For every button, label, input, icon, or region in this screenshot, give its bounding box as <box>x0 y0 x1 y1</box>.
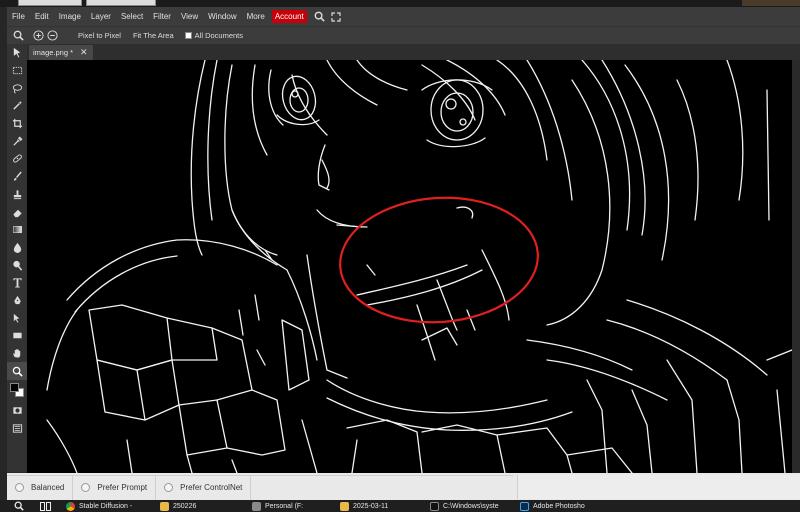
fullscreen-icon[interactable] <box>329 10 343 24</box>
eyedropper-icon[interactable] <box>7 132 27 150</box>
hand-icon[interactable] <box>7 345 27 363</box>
menu-image[interactable]: Image <box>54 7 86 26</box>
taskbar-item-terminal[interactable]: C:\Windows\syste <box>430 500 499 512</box>
menu-window[interactable]: Window <box>203 7 241 26</box>
menu-filter[interactable]: Filter <box>148 7 176 26</box>
browser-tab-button[interactable] <box>86 0 156 6</box>
strip-accent <box>742 0 800 6</box>
marquee-icon[interactable] <box>7 62 27 80</box>
zoom-tool-icon <box>11 29 25 43</box>
options-bar: Pixel to Pixel Fit The Area All Document… <box>7 26 800 44</box>
document-tab[interactable]: image.png * ✕ <box>29 45 93 60</box>
taskbar-item-photoshop[interactable]: Adobe Photosho <box>520 500 585 512</box>
menu-edit[interactable]: Edit <box>30 7 54 26</box>
tools-panel <box>7 44 27 472</box>
drive-icon <box>252 501 261 511</box>
pen-icon[interactable] <box>7 292 27 310</box>
taskbar-item-drive[interactable]: Personal (F: <box>252 500 303 512</box>
quick-mask-icon[interactable] <box>7 402 27 420</box>
account-button[interactable]: Account <box>271 10 307 23</box>
folder-icon <box>160 501 169 511</box>
top-strip <box>0 0 800 7</box>
photoshop-icon <box>520 501 529 511</box>
terminal-icon <box>430 501 439 511</box>
healing-icon[interactable] <box>7 150 27 168</box>
prefer-controlnet-label: Prefer ControlNet <box>180 483 243 492</box>
prefer-controlnet-radio[interactable] <box>164 483 174 492</box>
all-documents-label: All Documents <box>194 31 244 40</box>
screen-mode-icon[interactable] <box>7 420 27 438</box>
zoom-out-icon[interactable] <box>45 29 59 43</box>
crop-icon[interactable] <box>7 115 27 133</box>
magic-wand-icon[interactable] <box>7 97 27 115</box>
canvas-scrollbar[interactable] <box>792 60 800 473</box>
taskbar-item-folder-2025[interactable]: 2025-03-11 <box>340 500 388 512</box>
menu-bar: File Edit Image Layer Select Filter View… <box>7 7 800 26</box>
gradient-icon[interactable] <box>7 221 27 239</box>
color-swatches[interactable] <box>7 380 27 402</box>
zoom-icon[interactable] <box>7 362 27 381</box>
blur-icon[interactable] <box>7 239 27 257</box>
all-documents-checkbox[interactable] <box>184 32 192 39</box>
balanced-label: Balanced <box>31 483 65 492</box>
prefer-prompt-radio[interactable] <box>81 483 91 492</box>
pixel-to-pixel-button[interactable]: Pixel to Pixel <box>73 31 126 40</box>
dodge-icon[interactable] <box>7 256 27 274</box>
fit-area-button[interactable]: Fit The Area <box>128 31 179 40</box>
stamp-icon[interactable] <box>7 186 27 204</box>
menu-more[interactable]: More <box>242 7 270 26</box>
menu-view[interactable]: View <box>176 7 203 26</box>
control-mode-panel: Balanced Prefer Prompt Prefer ControlNet <box>7 473 800 500</box>
eraser-icon[interactable] <box>7 203 27 221</box>
taskbar-item-chrome[interactable]: Stable Diffusion - <box>66 500 132 512</box>
path-select-icon[interactable] <box>7 309 27 327</box>
prefer-prompt-label: Prefer Prompt <box>97 483 148 492</box>
menu-file[interactable]: File <box>7 7 30 26</box>
canvas[interactable] <box>27 60 792 473</box>
side-panel <box>517 475 800 499</box>
balanced-option[interactable]: Balanced <box>7 475 74 500</box>
zoom-in-icon[interactable] <box>31 29 45 43</box>
prefer-prompt-option[interactable]: Prefer Prompt <box>73 475 157 500</box>
close-icon[interactable]: ✕ <box>80 47 88 58</box>
chrome-icon <box>66 501 75 511</box>
lasso-icon[interactable] <box>7 79 27 97</box>
taskbar: Stable Diffusion - 250226 Personal (F: 2… <box>0 500 800 512</box>
search-icon[interactable] <box>313 10 327 24</box>
foreground-color-swatch[interactable] <box>10 383 19 393</box>
move-icon[interactable] <box>7 44 27 62</box>
start-search-icon[interactable] <box>14 500 24 512</box>
balanced-radio[interactable] <box>15 483 24 492</box>
menu-select[interactable]: Select <box>116 7 148 26</box>
folder-icon <box>340 501 349 511</box>
control-mode-options: Balanced Prefer Prompt Prefer ControlNet <box>7 475 513 500</box>
annotation-circle <box>339 196 539 324</box>
menu-layer[interactable]: Layer <box>86 7 116 26</box>
prefer-controlnet-option[interactable]: Prefer ControlNet <box>156 475 252 500</box>
brush-icon[interactable] <box>7 168 27 186</box>
taskbar-item-folder-250226[interactable]: 250226 <box>160 500 196 512</box>
left-band <box>0 7 7 502</box>
lineart-image <box>46 60 792 473</box>
type-icon[interactable] <box>7 274 27 292</box>
document-tab-row: image.png * ✕ <box>27 44 800 60</box>
all-documents-toggle[interactable]: All Documents <box>184 31 244 40</box>
task-view-icon[interactable] <box>40 500 52 512</box>
document-tab-label: image.png * <box>33 48 74 57</box>
browser-tab-button[interactable] <box>18 0 82 6</box>
shape-icon[interactable] <box>7 327 27 345</box>
